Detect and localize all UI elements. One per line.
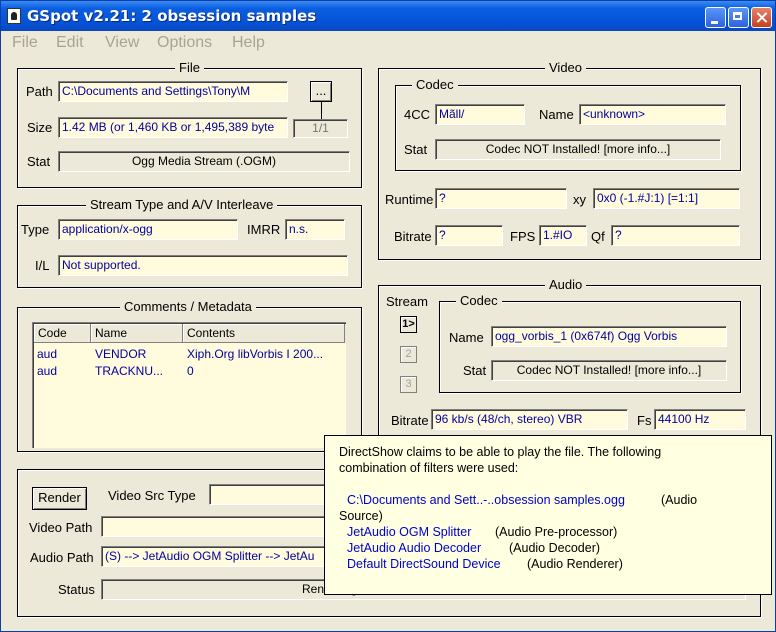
window-title: GSpot v2.21: 2 obsession samples xyxy=(27,7,317,25)
video-stat-field[interactable]: Codec NOT Installed! [more info...] xyxy=(435,139,721,160)
stream-2-button[interactable]: 2 xyxy=(400,346,417,363)
row-contents: 0 xyxy=(187,364,194,378)
part-counter: 1/1 xyxy=(293,119,348,138)
video-bitrate-label: Bitrate xyxy=(394,229,432,244)
filter-splitter-role: (Audio Pre-processor) xyxy=(495,525,618,539)
audio-name-label: Name xyxy=(449,330,484,345)
menu-edit[interactable]: Edit xyxy=(56,34,84,52)
video-src-field[interactable] xyxy=(209,484,339,505)
video-path-field[interactable] xyxy=(101,516,341,537)
audio-stat-field[interactable]: Codec NOT Installed! [more info...] xyxy=(491,360,727,381)
audio-bitrate-field[interactable]: 96 kb/s (48/ch, stereo) VBR xyxy=(431,409,628,430)
audio-codec-group-label: Codec xyxy=(456,293,502,308)
imrr-label: IMRR xyxy=(247,222,281,237)
video-src-label: Video Src Type xyxy=(108,488,196,503)
video-bitrate-field[interactable]: ? xyxy=(435,225,503,246)
audio-bitrate-label: Bitrate xyxy=(391,413,429,428)
audio-stat-label: Stat xyxy=(463,363,487,378)
runtime-field[interactable]: ? xyxy=(435,188,567,209)
tooltip-intro-1: DirectShow claims to be able to play the… xyxy=(339,445,662,459)
filter-renderer-name: Default DirectSound Device xyxy=(347,557,501,571)
column-name[interactable]: Name xyxy=(91,324,183,343)
video-path-label: Video Path xyxy=(29,520,93,535)
minimize-button[interactable] xyxy=(705,7,726,28)
menu-view[interactable]: View xyxy=(105,34,139,52)
menu-bar: File Edit View Options Help xyxy=(1,32,775,54)
video-name-label: Name xyxy=(539,107,574,122)
video-group-label: Video xyxy=(545,60,587,75)
file-stat-field: Ogg Media Stream (.OGM) xyxy=(58,151,350,172)
metadata-list-header: Code Name Contents xyxy=(34,324,346,343)
menu-help[interactable]: Help xyxy=(232,34,265,52)
video-stat-label: Stat xyxy=(404,142,428,157)
directshow-tooltip: DirectShow claims to be able to play the… xyxy=(324,435,772,595)
browse-button[interactable]: ... xyxy=(310,81,332,102)
fourcc-field[interactable]: Mãll/ xyxy=(435,104,525,125)
row-name: VENDOR xyxy=(95,347,147,361)
metadata-list[interactable]: Code Name Contents aud VENDOR Xiph.Org l… xyxy=(32,322,346,448)
imrr-field[interactable]: n.s. xyxy=(285,219,345,240)
il-label: I/L xyxy=(35,258,50,273)
stream-3-button[interactable]: 3 xyxy=(400,376,417,393)
row-name: TRACKNU... xyxy=(95,364,164,378)
path-field[interactable]: C:\Documents and Settings\Tony\M xyxy=(58,81,288,102)
type-field[interactable]: application/x-ogg xyxy=(58,219,238,240)
column-code[interactable]: Code xyxy=(34,324,91,343)
status-label: Status xyxy=(58,582,95,597)
filter-splitter-name: JetAudio OGM Splitter xyxy=(347,525,472,539)
video-codec-group-label: Codec xyxy=(412,77,458,92)
size-field[interactable]: 1.42 MB (or 1,460 KB or 1,495,389 byte xyxy=(58,117,288,138)
qf-label: Qf xyxy=(591,229,605,244)
filter-renderer-role: (Audio Renderer) xyxy=(527,557,623,571)
fps-label: FPS xyxy=(510,229,536,244)
filter-decoder-name: JetAudio Audio Decoder xyxy=(347,541,482,555)
type-label: Type xyxy=(21,222,50,237)
stream-1-button[interactable]: 1> xyxy=(400,316,417,333)
file-group-label: File xyxy=(175,60,204,75)
video-name-field[interactable]: <unknown> xyxy=(579,104,726,125)
fs-label: Fs xyxy=(637,413,652,428)
filter-source-name: C:\Documents and Sett..-..obsession samp… xyxy=(347,493,625,507)
column-contents[interactable]: Contents xyxy=(183,324,345,343)
audio-path-field[interactable]: (S) --> JetAudio OGM Splitter --> JetAu xyxy=(101,546,341,567)
menu-file[interactable]: File xyxy=(12,34,38,52)
render-button[interactable]: Render xyxy=(32,487,87,510)
qf-field[interactable]: ? xyxy=(611,225,740,246)
stream-type-group-label: Stream Type and A/V Interleave xyxy=(86,197,278,212)
runtime-label: Runtime xyxy=(385,192,434,207)
fps-field[interactable]: 1.#IO xyxy=(539,225,587,246)
menu-options[interactable]: Options xyxy=(157,34,212,52)
tooltip-intro-2: combination of filters were used: xyxy=(339,461,519,475)
audio-group-label: Audio xyxy=(545,277,587,292)
maximize-button[interactable] xyxy=(728,7,749,28)
fourcc-label: 4CC xyxy=(404,107,431,122)
fs-field[interactable]: 44100 Hz xyxy=(654,409,746,430)
comments-group-label: Comments / Metadata xyxy=(120,299,256,314)
filter-decoder-role: (Audio Decoder) xyxy=(509,541,601,555)
close-button[interactable] xyxy=(751,7,772,28)
path-label: Path xyxy=(26,84,53,99)
row-code: aud xyxy=(37,347,58,361)
connector-line xyxy=(321,102,322,120)
filter-source-role: (Audio xyxy=(661,493,698,507)
title-bar[interactable]: GSpot v2.21: 2 obsession samples xyxy=(1,1,775,31)
gspot-window: GSpot v2.21: 2 obsession samples File Ed… xyxy=(0,0,776,632)
audio-name-field[interactable]: ogg_vorbis_1 (0x674f) Ogg Vorbis xyxy=(491,326,727,347)
app-icon[interactable] xyxy=(7,8,21,24)
row-contents: Xiph.Org libVorbis I 200... xyxy=(187,347,324,361)
xy-label: xy xyxy=(573,192,586,207)
xy-field[interactable]: 0x0 (-1.#J:1) [=1:1] xyxy=(593,188,740,209)
size-label: Size xyxy=(27,120,53,135)
filter-source-role-cont: Source) xyxy=(339,509,383,523)
il-field[interactable]: Not supported. xyxy=(58,255,348,276)
audio-path-label: Audio Path xyxy=(30,550,94,565)
stream-label: Stream xyxy=(386,294,428,309)
row-code: aud xyxy=(37,364,58,378)
stat-label: Stat xyxy=(27,154,51,169)
